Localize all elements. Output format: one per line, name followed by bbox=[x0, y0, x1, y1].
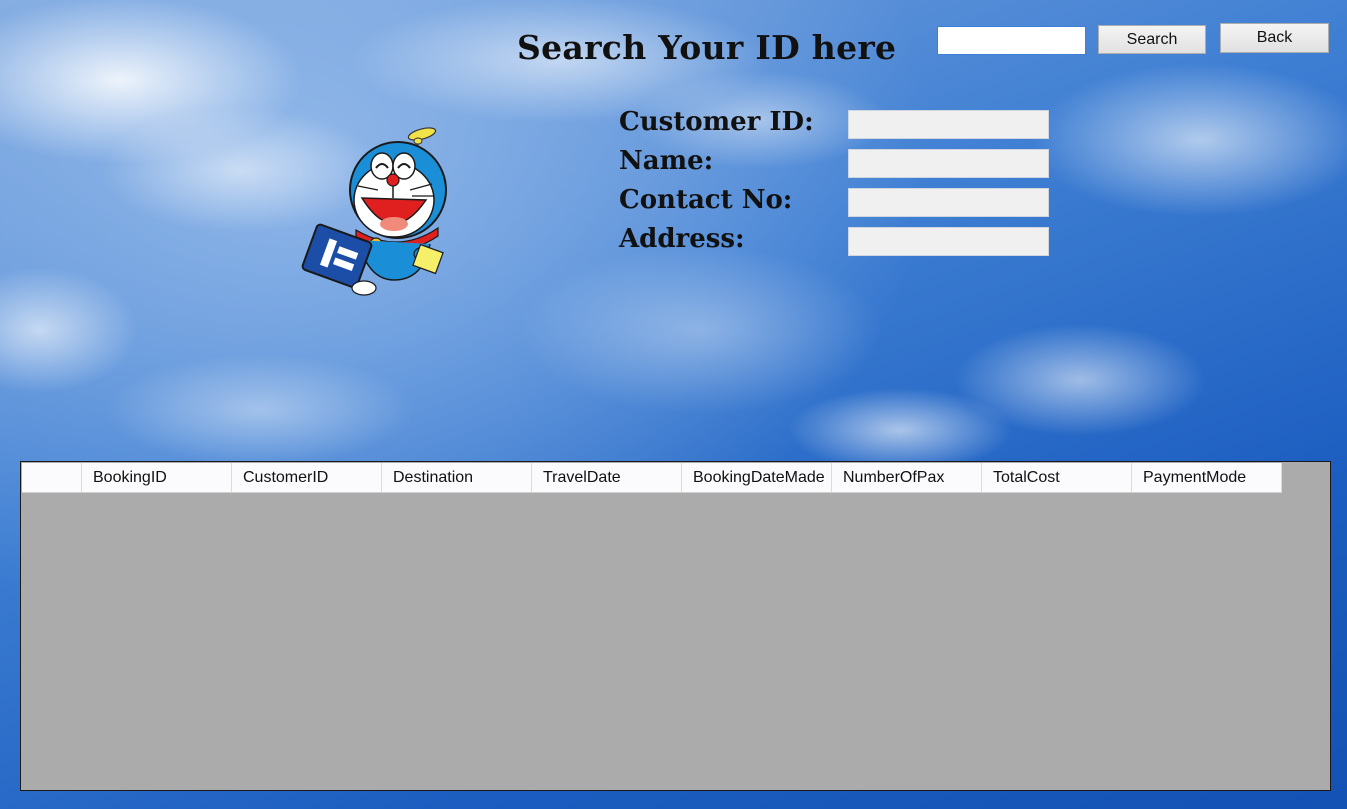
column-header-destination[interactable]: Destination bbox=[382, 463, 532, 493]
column-header-bookingdatemade[interactable]: BookingDateMade bbox=[682, 463, 832, 493]
column-header-numberofpax[interactable]: NumberOfPax bbox=[832, 463, 982, 493]
customer-id-label: Customer ID: bbox=[619, 107, 814, 137]
name-label: Name: bbox=[619, 146, 714, 176]
column-header-traveldate[interactable]: TravelDate bbox=[532, 463, 682, 493]
address-label: Address: bbox=[619, 224, 745, 254]
search-button[interactable]: Search bbox=[1098, 25, 1206, 54]
column-header-bookingid[interactable]: BookingID bbox=[82, 463, 232, 493]
name-field[interactable] bbox=[848, 149, 1049, 178]
row-header-corner[interactable] bbox=[22, 463, 82, 493]
doraemon-illustration bbox=[301, 127, 447, 296]
bookings-grid[interactable]: BookingID CustomerID Destination TravelD… bbox=[20, 461, 1331, 791]
page-title: Search Your ID here bbox=[517, 28, 897, 67]
contact-no-label: Contact No: bbox=[619, 185, 793, 215]
address-field[interactable] bbox=[848, 227, 1049, 256]
search-input[interactable] bbox=[937, 26, 1086, 55]
customer-id-field[interactable] bbox=[848, 110, 1049, 139]
column-header-customerid[interactable]: CustomerID bbox=[232, 463, 382, 493]
grid-header-row: BookingID CustomerID Destination TravelD… bbox=[22, 463, 1282, 493]
column-header-paymentmode[interactable]: PaymentMode bbox=[1132, 463, 1282, 493]
column-header-totalcost[interactable]: TotalCost bbox=[982, 463, 1132, 493]
contact-no-field[interactable] bbox=[848, 188, 1049, 217]
back-button[interactable]: Back bbox=[1220, 23, 1329, 53]
main-form: Search Your ID here Search Back Customer… bbox=[0, 0, 1347, 809]
